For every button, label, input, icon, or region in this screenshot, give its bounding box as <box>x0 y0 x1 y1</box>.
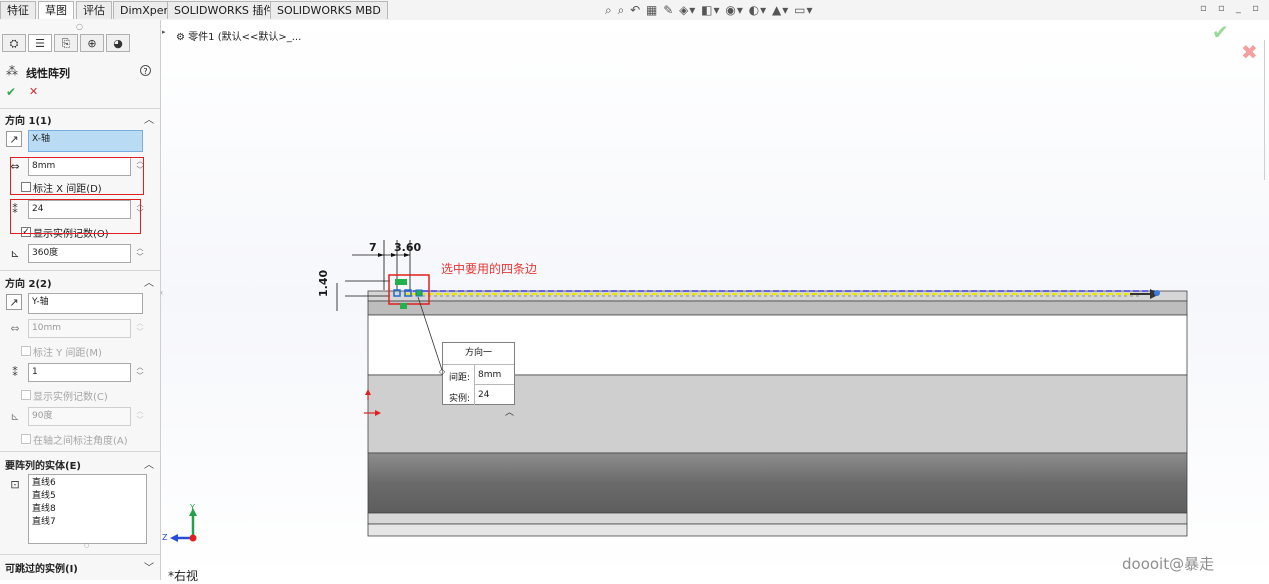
triad-z-arrow <box>170 534 178 542</box>
callout-collapse-icon[interactable]: ︿ <box>505 405 514 418</box>
triad-origin <box>189 534 197 542</box>
sketch-point[interactable] <box>415 289 423 297</box>
selection-marker[interactable] <box>395 279 407 285</box>
callout-title: 方向一 <box>443 343 514 365</box>
selection-marker[interactable] <box>400 303 407 309</box>
annotation-text: 选中要用的四条边 <box>441 262 538 276</box>
dimension-text[interactable]: 7 <box>369 241 377 254</box>
callout-instances-value[interactable]: 24 <box>474 385 514 405</box>
callout-instances-label: 实例: <box>449 394 471 404</box>
callout-spacing-value[interactable]: 8mm <box>474 365 514 385</box>
callout-spacing-label: 间距: <box>449 373 471 383</box>
watermark: doooit@暴走 <box>1122 555 1215 573</box>
part-band-bottom <box>367 523 1188 537</box>
part-band-dark <box>367 452 1188 514</box>
part-band <box>367 512 1188 525</box>
triad-z-label: Z <box>162 533 168 542</box>
dimension-text[interactable]: 3.60 <box>394 241 421 254</box>
triad-y-label: Y <box>190 503 195 512</box>
dimension-text[interactable]: 1.40 <box>317 270 330 297</box>
callout-anchor-icon: ◇ <box>439 367 446 376</box>
direction-arrow-handle[interactable] <box>1154 290 1160 296</box>
part-band <box>367 300 1188 316</box>
pattern-callout: 方向一 间距: 8mm 实例: 24 <box>442 342 515 405</box>
view-name: *右视 <box>168 569 199 583</box>
dimension-arrow <box>378 253 384 257</box>
sketch-geometry <box>170 240 1188 542</box>
